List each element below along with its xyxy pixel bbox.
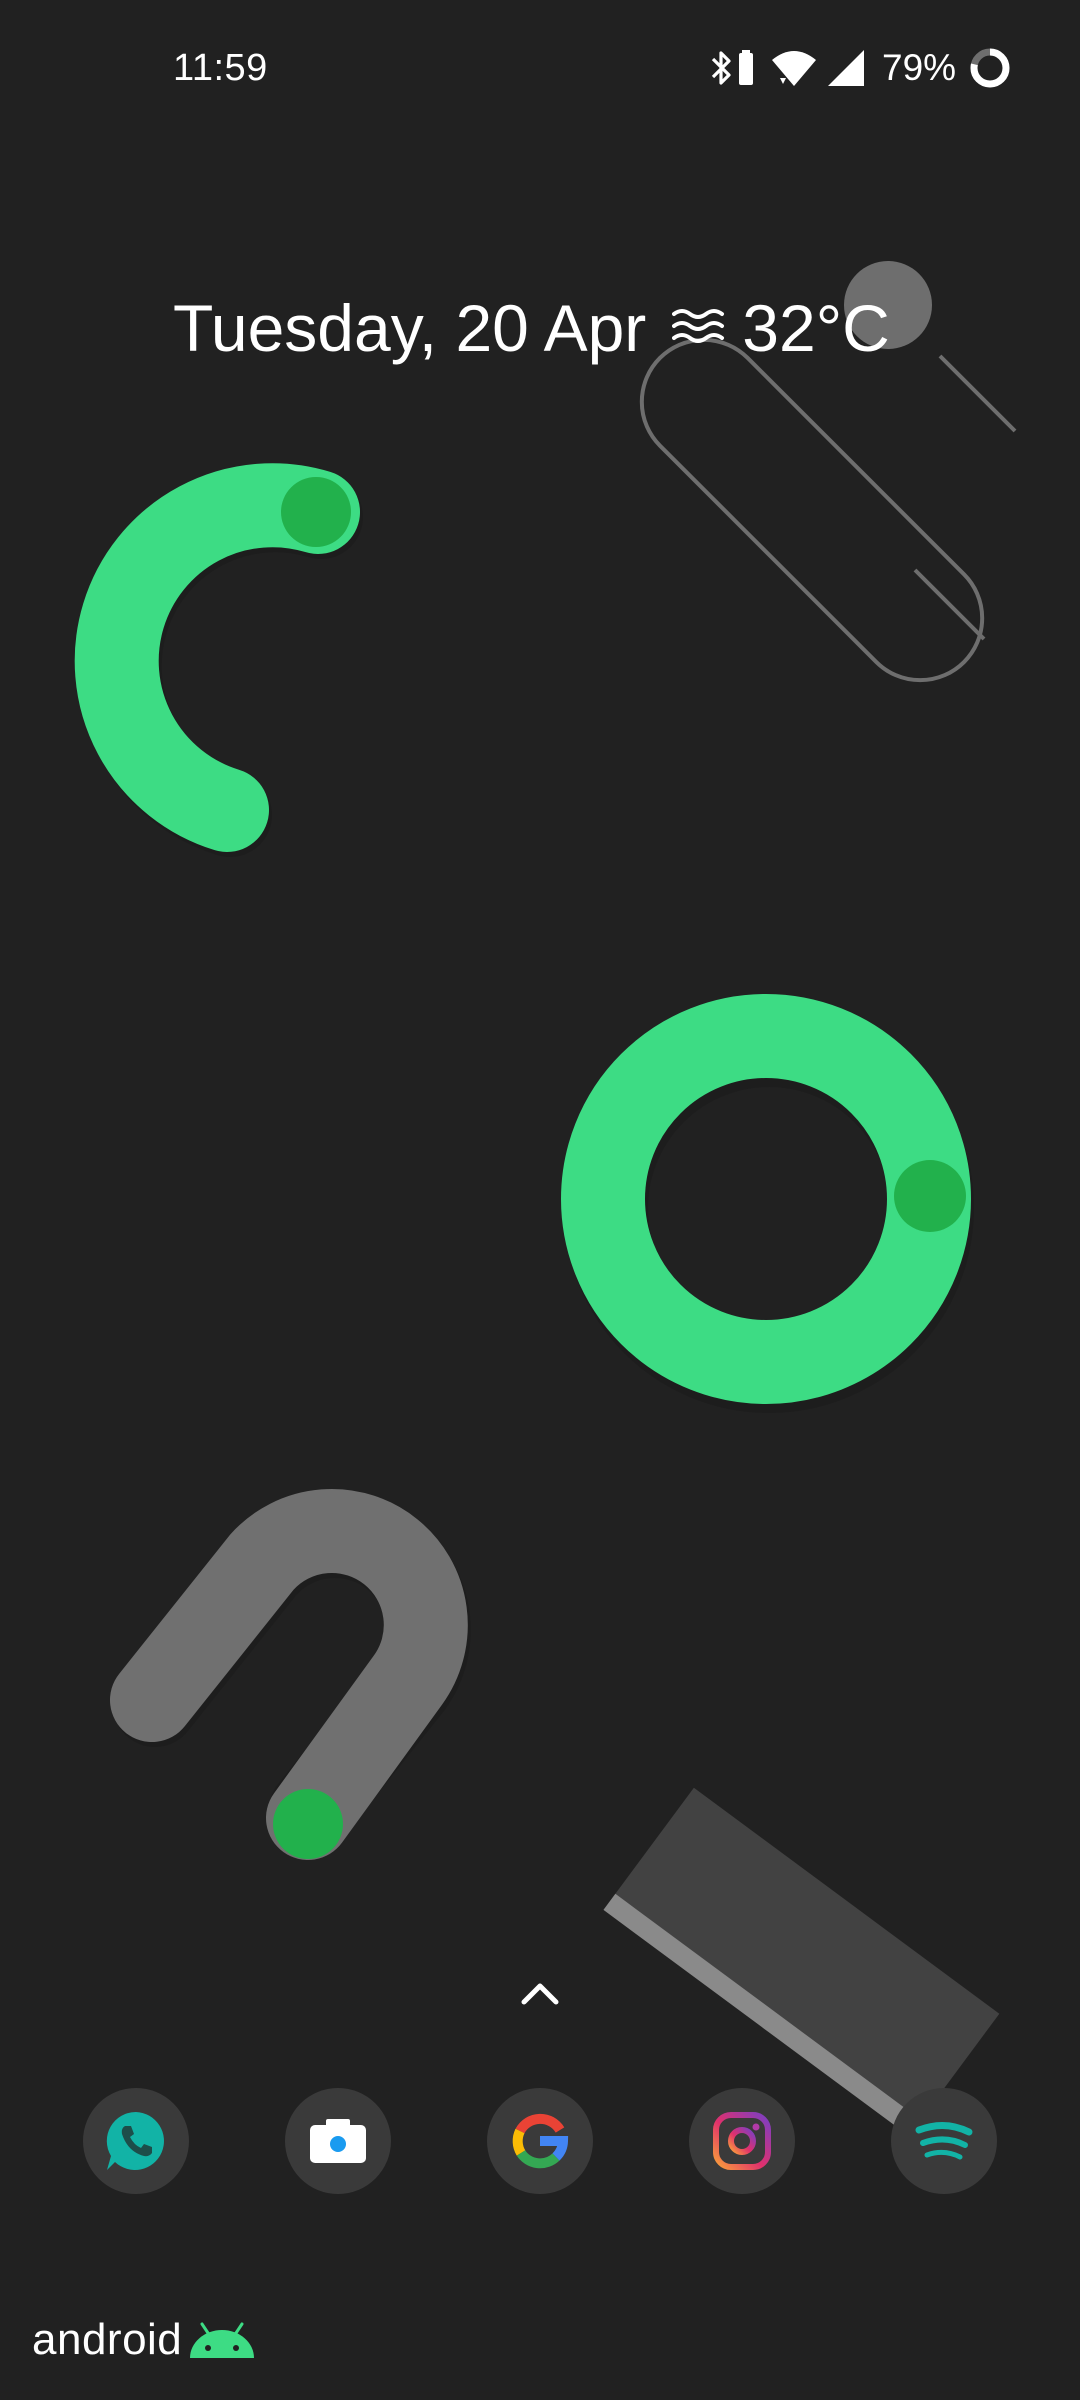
wallpaper-green-arc: [74, 463, 363, 857]
dock-app-phone[interactable]: [83, 2088, 189, 2194]
android-branding: android: [32, 2310, 258, 2370]
dock-app-camera[interactable]: [285, 2088, 391, 2194]
wallpaper-gray-hook: [110, 1488, 471, 1860]
wifi-icon: [772, 51, 816, 86]
battery-saver-icon: [739, 50, 753, 85]
dock: [0, 2088, 1080, 2194]
camera-icon: [310, 2119, 366, 2163]
brand-wordmark: android: [32, 2315, 183, 2364]
at-a-glance-widget[interactable]: Tuesday, 20 Apr 32°C: [173, 288, 890, 368]
status-icons: 79%: [710, 38, 1012, 98]
glance-temperature[interactable]: 32°C: [742, 288, 889, 368]
dock-app-instagram[interactable]: [689, 2088, 795, 2194]
chevron-up-icon[interactable]: [510, 1970, 570, 2020]
wallpaper-outline-shape: [639, 337, 985, 683]
status-time: 11:59: [173, 47, 268, 89]
cell-signal-icon: [828, 50, 864, 86]
android-robot-icon: [190, 2322, 255, 2358]
google-icon: [512, 2113, 569, 2169]
wallpaper-green-ring: [561, 994, 974, 1413]
dock-app-spotify[interactable]: [891, 2088, 997, 2194]
haze-icon[interactable]: [672, 304, 728, 352]
dock-app-google[interactable]: [487, 2088, 593, 2194]
instagram-icon: [713, 2112, 771, 2170]
status-bar[interactable]: 11:59 79%: [0, 0, 1080, 140]
battery-ring-icon: [970, 48, 1010, 88]
bluetooth-icon: [711, 51, 731, 85]
battery-percent: 79%: [882, 47, 957, 88]
spotify-icon: [915, 2122, 973, 2160]
phone-icon: [106, 2111, 164, 2170]
glance-date[interactable]: Tuesday, 20 Apr: [173, 288, 646, 368]
wallpaper-slab: [603, 1787, 1000, 2136]
